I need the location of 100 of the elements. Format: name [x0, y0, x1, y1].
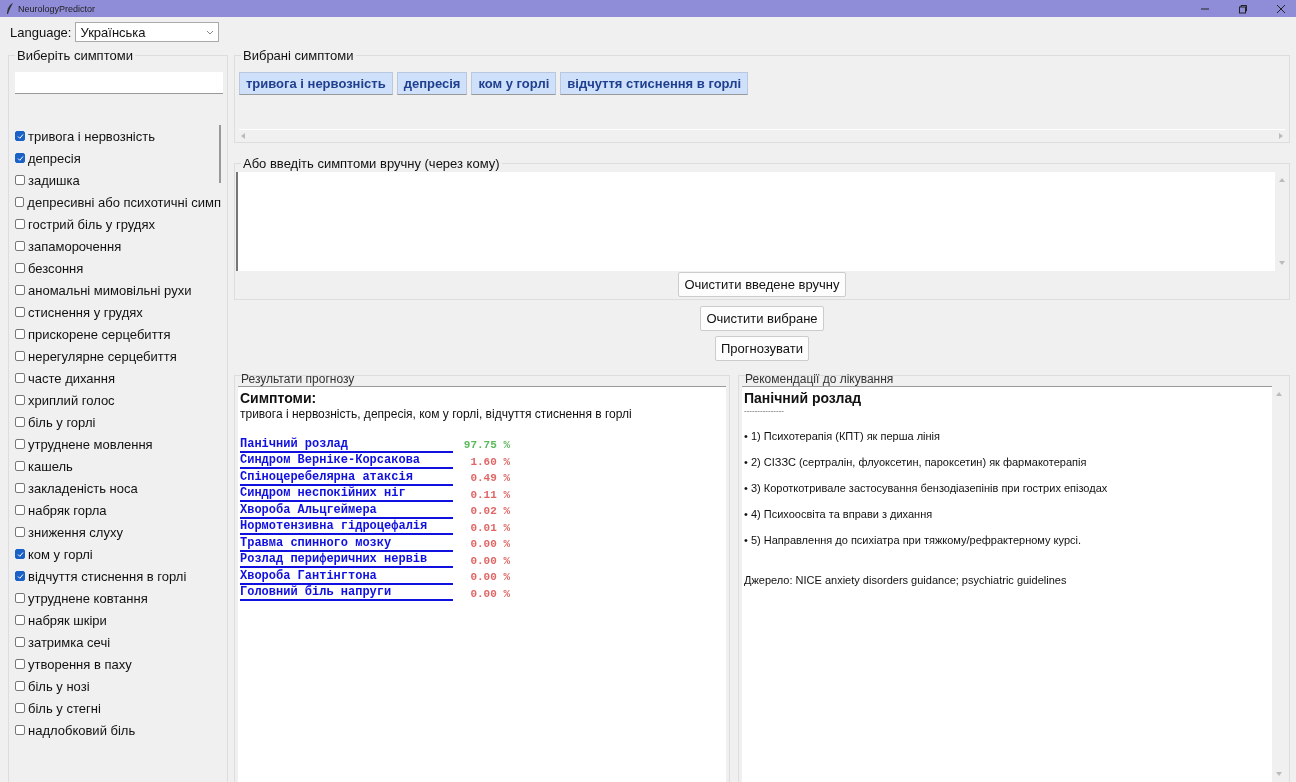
symptoms-summary: тривога і нервозність, депресія, ком у горлі, відчуття стиснення в горлі	[240, 407, 633, 421]
checkbox[interactable]	[15, 461, 25, 471]
checkbox[interactable]	[15, 285, 25, 295]
symptom-label[interactable]: аномальні мимовільні рухи	[28, 282, 192, 298]
disease-link[interactable]: Розлад периферичних нервів	[240, 553, 453, 569]
probability: 1.60 %	[469, 455, 510, 468]
symptom-label[interactable]: тривога і нервозність	[28, 128, 155, 144]
symptom-chip[interactable]: депресія	[396, 72, 468, 95]
symptom-label[interactable]: безсоння	[28, 260, 84, 276]
symptom-label[interactable]: затримка сечі	[28, 634, 111, 650]
symptom-label[interactable]: утруднене мовлення	[28, 436, 153, 452]
symptom-label[interactable]: нерегулярне серцебиття	[28, 348, 177, 364]
probability: 0.00 %	[469, 571, 510, 584]
separator-text: ---------------	[744, 406, 785, 416]
checkbox[interactable]	[15, 329, 25, 339]
symptom-label[interactable]: запаморочення	[28, 238, 122, 254]
symptom-label[interactable]: прискорене серцебиття	[28, 326, 171, 342]
symptom-label[interactable]: часте дихання	[28, 370, 115, 386]
probability: 0.02 %	[469, 505, 510, 518]
checkbox[interactable]	[15, 131, 25, 141]
recommendation-item: • 2) СІЗЗС (сертралін, флуоксетин, пароксетин) як фармакотерапія	[744, 456, 1088, 468]
close-icon[interactable]	[1276, 3, 1286, 14]
scrollbar[interactable]	[219, 125, 221, 183]
disease-link[interactable]: Спіноцеребелярна атаксія	[240, 470, 453, 486]
probability: 0.00 %	[469, 587, 510, 600]
action-button[interactable]: Очистити вибране	[700, 306, 824, 331]
disease-link[interactable]: Хвороба Альцгеймера	[240, 503, 453, 519]
checkbox[interactable]	[15, 395, 25, 405]
symptom-label[interactable]: зниження слуху	[28, 524, 123, 540]
disease-link[interactable]: Синдром Верніке-Корсакова	[240, 454, 453, 470]
disease-link[interactable]: Синдром неспокійних ніг	[240, 487, 453, 503]
checkbox[interactable]	[15, 175, 25, 185]
panel-title: Результати прогнозу	[240, 372, 356, 386]
disease-link[interactable]: Хвороба Гантінгтона	[240, 569, 453, 585]
language-label: Language:	[10, 24, 72, 40]
checkbox[interactable]	[15, 439, 25, 449]
restore-icon[interactable]	[1238, 3, 1248, 14]
results-heading: Симптоми:	[240, 390, 318, 406]
recommendation-item: • 5) Направлення до психіатра при тяжкому/рефрактерному курсі.	[744, 534, 1083, 546]
search-field[interactable]	[15, 72, 223, 94]
checkbox[interactable]	[15, 549, 25, 559]
clear-manual-button[interactable]: Очистити введене вручну	[678, 272, 846, 297]
symptom-chip[interactable]: ком у горлі	[471, 72, 557, 95]
checkbox[interactable]	[15, 637, 25, 647]
symptom-chip[interactable]: відчуття стиснення в горлі	[560, 72, 749, 95]
disease-link[interactable]: Панічний розлад	[240, 437, 453, 453]
chevron-icon	[206, 29, 215, 35]
symptom-label[interactable]: біль у стегні	[28, 700, 101, 716]
disease-link[interactable]: Головний біль напруги	[240, 586, 453, 602]
probability: 0.00 %	[469, 538, 510, 551]
checkbox[interactable]	[15, 219, 25, 229]
checkbox[interactable]	[15, 681, 25, 691]
symptom-label[interactable]: відчуття стиснення в горлі	[28, 568, 187, 584]
symptom-label[interactable]: гострий біль у грудях	[28, 216, 155, 232]
action-button[interactable]: Прогнозувати	[714, 336, 809, 361]
group-title: Виберіть симптоми	[15, 48, 135, 63]
symptom-label[interactable]: надлобковий біль	[28, 722, 136, 738]
checkbox[interactable]	[15, 659, 25, 669]
checkbox[interactable]	[15, 197, 25, 207]
checkbox[interactable]	[15, 373, 25, 383]
language-dropdown[interactable]: Українська	[75, 22, 220, 42]
checkbox[interactable]	[15, 263, 25, 273]
checkbox[interactable]	[15, 307, 25, 317]
symptom-label[interactable]: ком у горлі	[28, 546, 93, 562]
symptom-label[interactable]: набряк шкіри	[28, 612, 107, 628]
checkbox[interactable]	[15, 241, 25, 251]
probability: 97.75 %	[462, 439, 510, 452]
symptom-label[interactable]: стиснення у грудях	[28, 304, 143, 320]
symptom-label[interactable]: хриплий голос	[28, 392, 115, 408]
checkbox[interactable]	[15, 483, 25, 493]
symptom-label[interactable]: депресивні або психотичні симп	[27, 194, 221, 210]
disease-link[interactable]: Нормотензивна гідроцефалія	[240, 520, 453, 536]
symptom-label[interactable]: біль у горлі	[28, 414, 96, 430]
checkbox[interactable]	[15, 703, 25, 713]
recommendation-item: • 1) Психотерапія (КПТ) як перша лінія	[744, 430, 941, 442]
checkbox[interactable]	[15, 527, 25, 537]
checkbox[interactable]	[15, 593, 25, 603]
source-text: Джерело: NICE anxiety disorders guidance; psychiatric guidelines	[744, 574, 1068, 586]
symptom-chip[interactable]: тривога і нервозність	[239, 72, 393, 95]
symptom-label[interactable]: набряк горла	[28, 502, 107, 518]
checkbox[interactable]	[15, 725, 25, 735]
symptom-label[interactable]: депресія	[28, 150, 81, 166]
checkbox[interactable]	[15, 571, 25, 581]
checkbox[interactable]	[15, 351, 25, 361]
symptom-label[interactable]: задишка	[28, 172, 80, 188]
symptom-label[interactable]: біль у нозі	[28, 678, 90, 694]
window-title: NeurologyPredictor	[18, 3, 96, 14]
symptom-label[interactable]: закладеність носа	[28, 480, 138, 496]
symptom-label[interactable]: кашель	[28, 458, 73, 474]
symptom-label[interactable]: утворення в паху	[28, 656, 132, 672]
disease-link[interactable]: Травма спинного мозку	[240, 536, 453, 552]
checkbox[interactable]	[15, 505, 25, 515]
group-title: Вибрані симптоми	[241, 48, 356, 63]
symptom-label[interactable]: утруднене ковтання	[28, 590, 148, 606]
probability: 0.49 %	[469, 472, 510, 485]
checkbox[interactable]	[15, 615, 25, 625]
checkbox[interactable]	[15, 417, 25, 427]
probability: 0.01 %	[469, 521, 510, 534]
checkbox[interactable]	[15, 153, 25, 163]
group-title: Або введіть симптоми вручну (через кому)	[241, 156, 502, 171]
